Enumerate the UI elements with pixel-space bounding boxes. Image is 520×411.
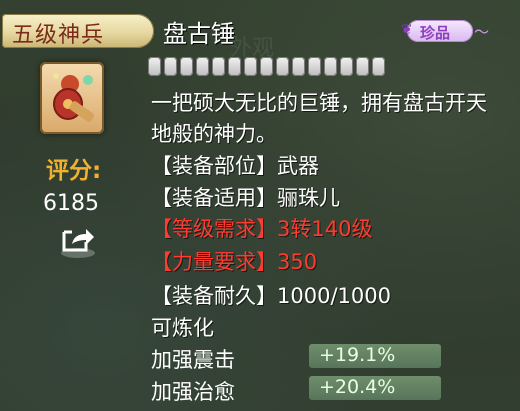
attribute-value: 3转140级: [277, 217, 373, 241]
bonus-stat-label: 加强震击: [151, 348, 235, 372]
refine-text: 可炼化: [151, 316, 214, 340]
attribute-row: 【装备耐久】1000/1000: [151, 280, 391, 310]
bonus-stat-value: +19.1%: [319, 344, 396, 366]
attribute-value: 骊珠儿: [277, 186, 340, 210]
star-slot: [340, 57, 353, 76]
star-slot: [292, 57, 305, 76]
bonus-stat-value: +20.4%: [319, 376, 396, 398]
item-description: 一把硕大无比的巨锤，拥有盘古开天地般的神力。: [151, 91, 487, 146]
item-name: 盘古锤: [163, 20, 235, 48]
star-slot: [324, 57, 337, 76]
star-slot: [308, 57, 321, 76]
rank-text: 五级神兵: [12, 23, 105, 48]
attribute-label: 【装备适用】: [151, 186, 277, 210]
item-tooltip: 外观 五级神兵 盘古锤 ❦ 珍品 〜 评分: 6185 一把硕大无比的巨锤，拥有…: [0, 0, 520, 411]
star-slot: [196, 57, 209, 76]
attribute-row: 【装备部位】武器: [151, 150, 319, 180]
star-slot: [356, 57, 369, 76]
attribute-value: 1000/1000: [277, 284, 391, 308]
attribute-value: 350: [277, 250, 318, 274]
attribute-label: 【力量要求】: [151, 250, 277, 274]
attribute-label: 【装备部位】: [151, 154, 277, 178]
attribute-row: 【装备适用】骊珠儿: [151, 182, 340, 212]
share-icon: [61, 229, 95, 258]
star-slot: [180, 57, 193, 76]
score-value: 6185: [43, 191, 99, 216]
score-label: 评分:: [46, 158, 102, 184]
star-slot: [276, 57, 289, 76]
hammer-icon: [40, 62, 104, 134]
attribute-label: 【等级需求】: [151, 217, 277, 241]
star-slot: [164, 57, 177, 76]
bonus-stat-bar: +19.1%: [309, 344, 441, 368]
attribute-label: 【装备耐久】: [151, 284, 277, 308]
quality-text: 珍品: [420, 24, 451, 42]
attribute-row: 【等级需求】3转140级: [151, 213, 372, 243]
star-slot: [372, 57, 385, 76]
quality-badge: ❦ 珍品 〜: [401, 20, 489, 42]
badge-swirl-icon: ❦: [401, 22, 413, 38]
rank-banner: 五级神兵: [2, 14, 154, 48]
star-slot: [260, 57, 273, 76]
attribute-value: 武器: [277, 154, 319, 178]
star-slot: [228, 57, 241, 76]
share-button[interactable]: [58, 220, 98, 260]
star-slot: [148, 57, 161, 76]
badge-tail-icon: 〜: [473, 23, 489, 41]
bonus-stat-label: 加强治愈: [151, 380, 235, 404]
star-slots: [148, 57, 385, 76]
attribute-row: 【力量要求】350: [151, 246, 317, 276]
star-slot: [244, 57, 257, 76]
star-slot: [212, 57, 225, 76]
bonus-stat-bar: +20.4%: [309, 376, 441, 400]
